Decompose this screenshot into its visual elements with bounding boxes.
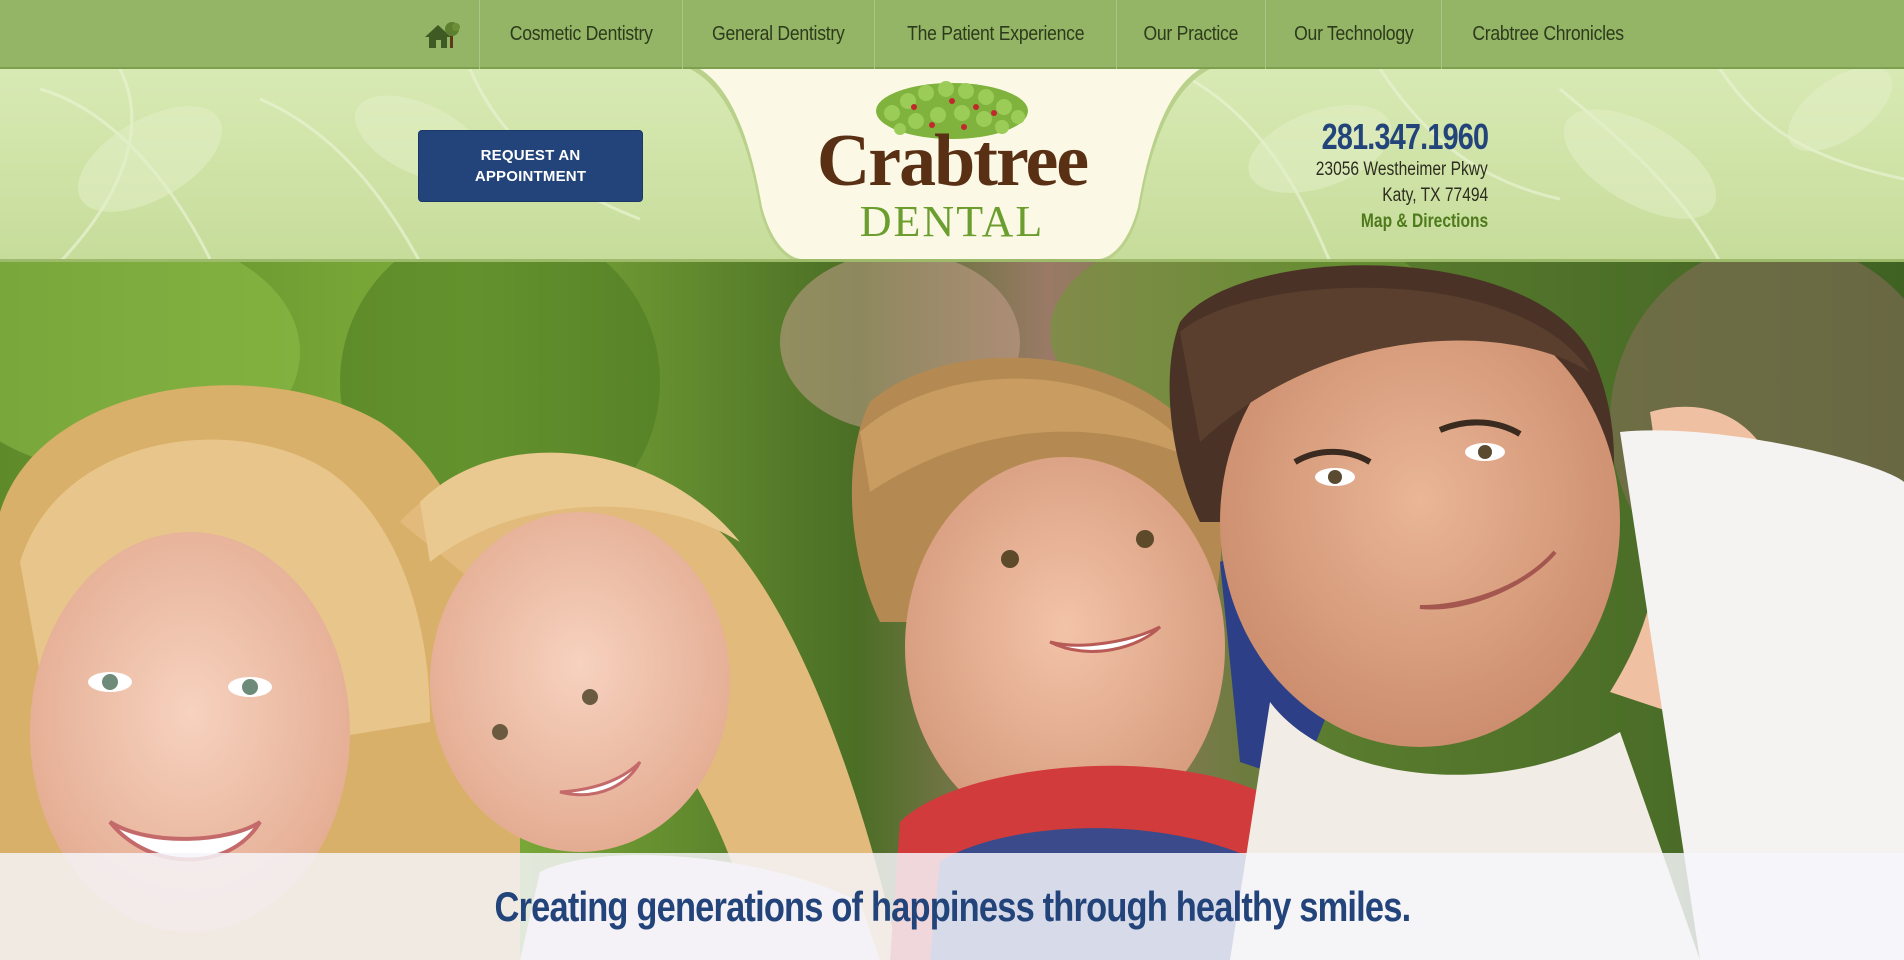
nav-item-label: The Patient Experience [907, 23, 1085, 45]
logo-subtitle: DENTAL [859, 197, 1045, 246]
nav-item-label: General Dentistry [712, 23, 845, 45]
nav-item-patient-experience[interactable]: The Patient Experience [875, 0, 1118, 69]
nav-menu: Cosmetic Dentistry General Dentistry The… [404, 0, 1654, 69]
address-text: 23056 Westheimer Pkwy [1315, 159, 1488, 180]
nav-item-general-dentistry[interactable]: General Dentistry [683, 0, 875, 69]
nav-item-our-technology[interactable]: Our Technology [1266, 0, 1443, 69]
nav-item-crabtree-chronicles[interactable]: Crabtree Chronicles [1442, 0, 1654, 69]
address-line-1: 23056 Westheimer Pkwy [1278, 157, 1488, 183]
home-icon [424, 21, 460, 48]
phone-number-link[interactable]: 281.347.1960 [1278, 117, 1488, 157]
nav-item-label: Crabtree Chronicles [1472, 23, 1625, 45]
nav-item-label: Our Technology [1293, 23, 1414, 45]
nav-item-label: Cosmetic Dentistry [509, 23, 653, 45]
address-text: Katy, TX 77494 [1382, 185, 1488, 206]
hero-section: Creating generations of happiness throug… [0, 262, 1904, 960]
site-header: REQUEST AN APPOINTMENT Crabtree DENTAL 2… [0, 69, 1904, 262]
nav-item-cosmetic-dentistry[interactable]: Cosmetic Dentistry [480, 0, 684, 69]
map-link-label: Map & Directions [1360, 211, 1488, 232]
logo-wordmark: Crabtree [816, 120, 1089, 202]
top-navigation: Cosmetic Dentistry General Dentistry The… [0, 0, 1904, 69]
nav-item-our-practice[interactable]: Our Practice [1117, 0, 1266, 69]
nav-home-button[interactable] [404, 0, 480, 69]
request-appointment-button[interactable]: REQUEST AN APPOINTMENT [418, 130, 643, 202]
crabtree-dental-logo[interactable]: Crabtree DENTAL [812, 79, 1092, 254]
hero-tagline: Creating generations of happiness throug… [494, 882, 1411, 930]
contact-block: 281.347.1960 23056 Westheimer Pkwy Katy,… [1278, 117, 1489, 235]
phone-number: 281.347.1960 [1321, 116, 1488, 157]
tagline-bar: Creating generations of happiness throug… [0, 853, 1904, 960]
address-line-2: Katy, TX 77494 [1278, 183, 1488, 209]
nav-item-label: Our Practice [1143, 23, 1239, 45]
map-directions-link[interactable]: Map & Directions [1278, 209, 1488, 235]
